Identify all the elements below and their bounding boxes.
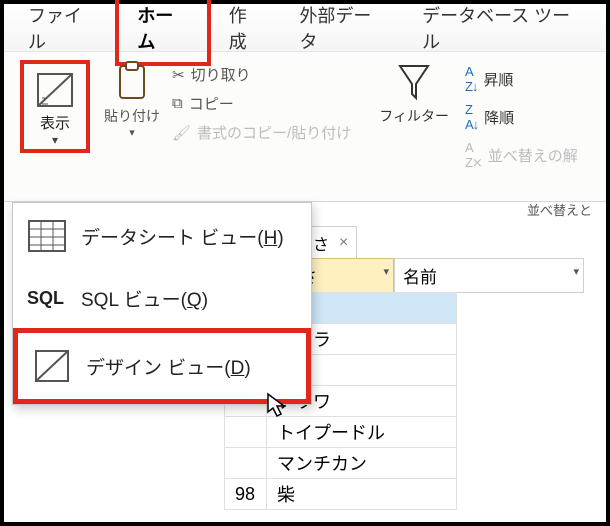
scissors-icon: ✂ xyxy=(172,66,185,84)
view-dropdown-menu: データシート ビュー(H) SQL SQL ビュー(Q) デザイン ビュー(D) xyxy=(12,202,312,405)
clipboard-icon xyxy=(112,60,152,104)
cell-num xyxy=(225,417,267,448)
ribbon-group-sort-label: 並べ替えと xyxy=(527,200,592,219)
funnel-icon xyxy=(394,60,434,104)
datasheet-header: 愛さ ▾ 名前 ▾ xyxy=(274,258,584,293)
menu-item-design-view[interactable]: デザイン ビュー(D) xyxy=(13,328,311,404)
paste-button[interactable]: 貼り付け ▾ xyxy=(98,60,166,139)
menu-file[interactable]: ファイル xyxy=(10,0,115,62)
design-view-icon xyxy=(34,70,76,110)
sort-desc-label: 降順 xyxy=(484,107,514,128)
sort-desc-icon: ZA↓ xyxy=(465,102,478,132)
cell-name: トイプードル xyxy=(267,417,457,448)
cell-name: 柴 xyxy=(267,479,457,510)
menu-home[interactable]: ホーム xyxy=(115,0,210,66)
paintbrush-icon: 🖌 xyxy=(172,124,191,142)
chevron-down-icon[interactable]: ▾ xyxy=(573,265,579,278)
chevron-down-icon: ▾ xyxy=(34,133,76,147)
cut-label: 切り取り xyxy=(191,64,251,85)
table-row[interactable]: 98柴 xyxy=(225,479,457,510)
sort-desc-button[interactable]: ZA↓ 降順 xyxy=(465,102,578,132)
sort-clear-icon: AZ⨯ xyxy=(465,140,482,171)
copy-label: コピー xyxy=(189,93,234,114)
close-icon[interactable]: × xyxy=(339,234,348,252)
cell-num xyxy=(225,448,267,479)
ribbon: 表示 ▾ 貼り付け ▾ ✂ 切り取り ⧉ コピー 🖌 書式のコピー/貼り付け フ… xyxy=(4,52,606,202)
format-painter-button[interactable]: 🖌 書式のコピー/貼り付け xyxy=(172,122,351,143)
menu-item-sql-view[interactable]: SQL SQL ビュー(Q) xyxy=(13,269,311,328)
table-row[interactable]: トイプードル xyxy=(225,417,457,448)
sort-clear-button[interactable]: AZ⨯ 並べ替えの解 xyxy=(465,140,578,171)
column-header-2-label: 名前 xyxy=(403,268,437,287)
sql-icon: SQL xyxy=(27,288,67,309)
table-row[interactable]: マンチカン xyxy=(225,448,457,479)
design-view-icon xyxy=(32,349,72,383)
cell-num: 98 xyxy=(225,479,267,510)
datasheet-icon xyxy=(27,219,67,253)
sort-asc-label: 昇順 xyxy=(483,69,513,90)
menu-database-tools[interactable]: データベース ツール xyxy=(404,0,600,62)
copy-icon: ⧉ xyxy=(172,95,183,112)
clipboard-commands: ✂ 切り取り ⧉ コピー 🖌 書式のコピー/貼り付け xyxy=(172,60,351,143)
view-button[interactable]: 表示 ▾ xyxy=(20,60,90,153)
sort-clear-label: 並べ替えの解 xyxy=(488,145,578,166)
view-button-label: 表示 xyxy=(34,112,76,133)
copy-button[interactable]: ⧉ コピー xyxy=(172,93,351,114)
paste-label: 貼り付け xyxy=(104,106,160,126)
format-painter-label: 書式のコピー/貼り付け xyxy=(197,122,351,143)
menu-item-label: デザイン ビュー(D) xyxy=(86,353,251,380)
ribbon-group-views: 表示 ▾ xyxy=(12,60,98,153)
menu-item-datasheet-view[interactable]: データシート ビュー(H) xyxy=(13,203,311,269)
menu-create[interactable]: 作成 xyxy=(211,0,282,62)
filter-label: フィルター xyxy=(379,106,449,126)
chevron-down-icon: ▾ xyxy=(129,126,135,139)
cut-button[interactable]: ✂ 切り取り xyxy=(172,64,351,85)
sort-commands: AZ↓ 昇順 ZA↓ 降順 AZ⨯ 並べ替えの解 xyxy=(465,60,578,171)
chevron-down-icon[interactable]: ▾ xyxy=(383,265,389,278)
sort-asc-icon: AZ↓ xyxy=(465,64,477,94)
menu-item-label: SQL ビュー(Q) xyxy=(81,285,208,312)
sort-asc-button[interactable]: AZ↓ 昇順 xyxy=(465,64,578,94)
cell-name: マンチカン xyxy=(267,448,457,479)
column-header-2[interactable]: 名前 ▾ xyxy=(394,258,584,293)
menu-item-label: データシート ビュー(H) xyxy=(81,223,284,250)
menu-bar: ファイル ホーム 作成 外部データ データベース ツール xyxy=(4,4,606,52)
filter-button[interactable]: フィルター xyxy=(369,60,459,126)
menu-external-data[interactable]: 外部データ xyxy=(281,0,404,62)
